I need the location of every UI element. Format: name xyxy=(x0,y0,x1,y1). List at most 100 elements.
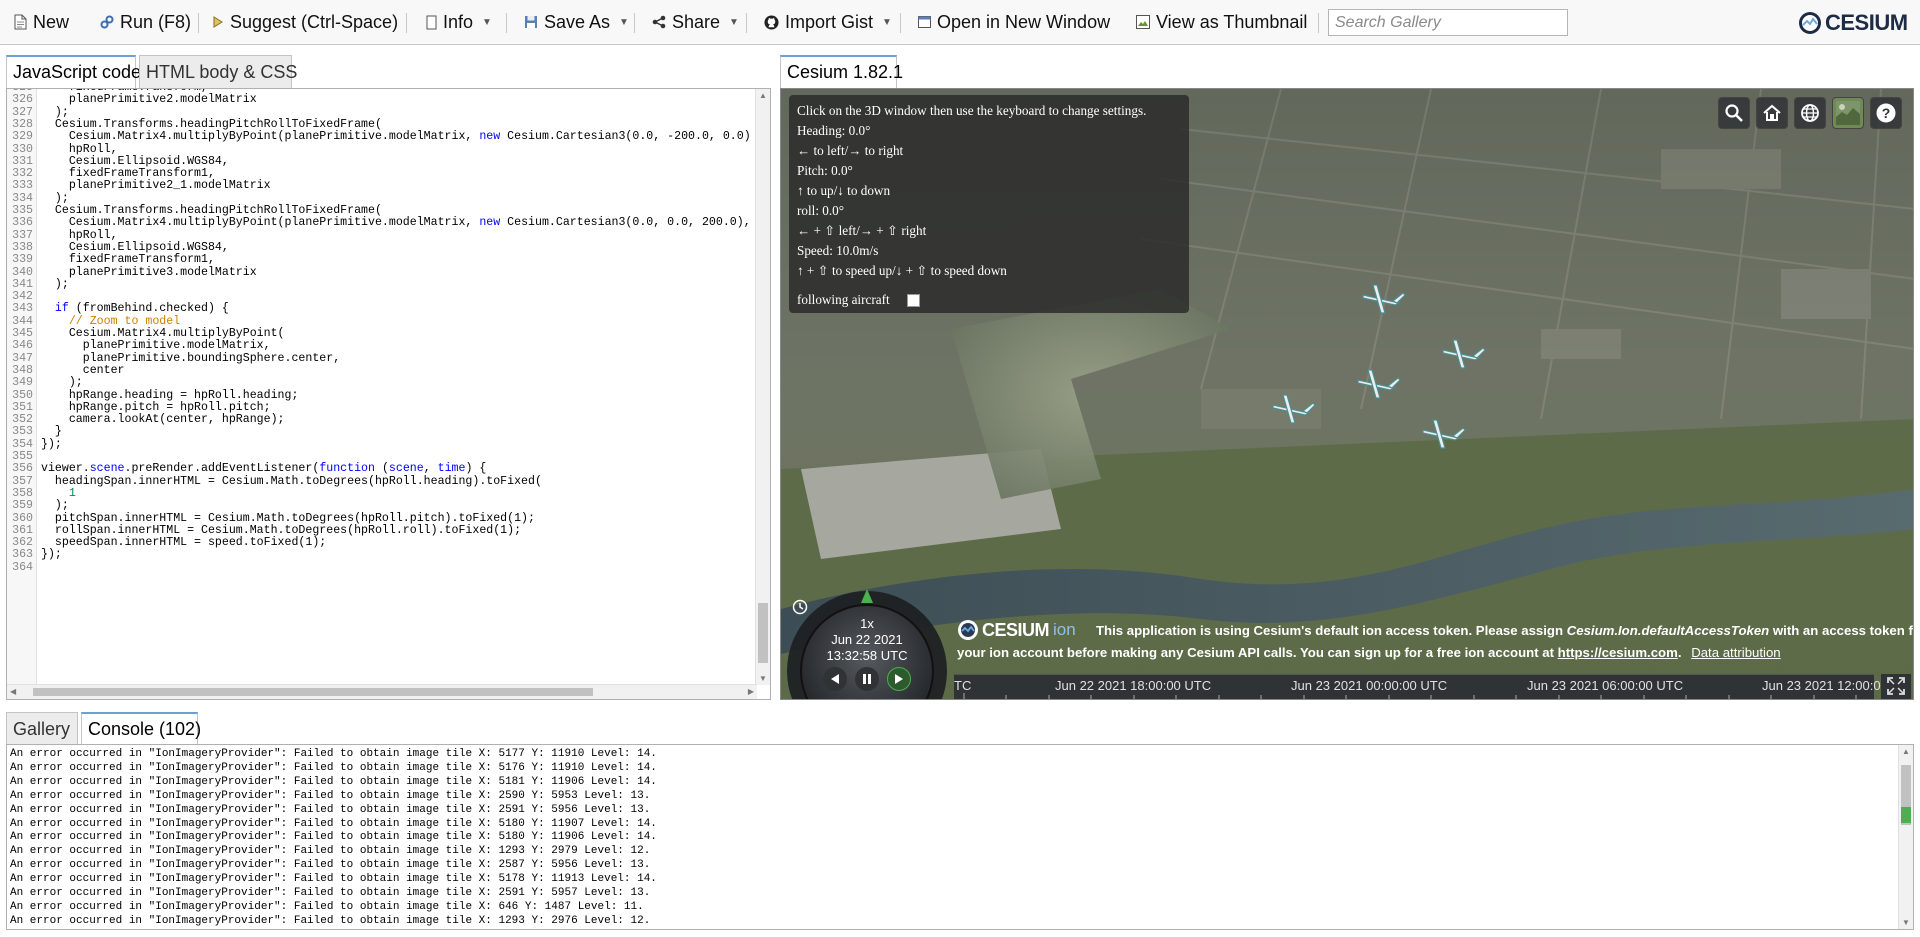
toolbar-divider xyxy=(634,13,635,33)
github-icon xyxy=(764,14,779,30)
share-dropdown[interactable]: Share ▼ xyxy=(652,8,739,36)
editor-scroll-thumb[interactable] xyxy=(758,603,768,663)
code-line: 338 Cesium.Ellipsoid.WGS84, xyxy=(7,240,229,254)
info-dropdown[interactable]: Info ▼ xyxy=(426,8,492,36)
pitch-readout: Pitch: 0.0° xyxy=(797,163,853,178)
line-number: 359 xyxy=(12,499,33,513)
line-number: 363 xyxy=(12,548,33,562)
editor-vertical-scrollbar[interactable]: ▲ ▼ xyxy=(755,89,770,685)
line-number: 327 xyxy=(12,105,33,119)
pause-button[interactable] xyxy=(855,667,879,691)
line-number: 339 xyxy=(12,253,33,267)
tab-console[interactable]: Console (102) xyxy=(81,712,201,745)
cesium-link[interactable]: https://cesium.com xyxy=(1558,645,1678,660)
line-number: 336 xyxy=(12,216,33,230)
play-reverse-button[interactable] xyxy=(823,667,847,691)
new-button[interactable]: New xyxy=(14,8,69,36)
code-text: }); xyxy=(41,548,62,562)
line-number: 352 xyxy=(12,413,33,427)
following-aircraft-checkbox[interactable] xyxy=(907,294,920,307)
credit-line-2: your ion account before making any Cesiu… xyxy=(957,645,1781,660)
code-line: 331 Cesium.Ellipsoid.WGS84, xyxy=(7,155,229,168)
code-line: 361 rollSpan.innerHTML = Cesium.Math.toD… xyxy=(7,524,521,537)
scroll-left-icon[interactable]: ◀ xyxy=(10,687,16,696)
geocoder-button[interactable] xyxy=(1718,97,1750,129)
line-number: 353 xyxy=(12,425,33,439)
credit-token-name: Cesium.Ion.defaultAccessToken xyxy=(1566,623,1770,638)
toolbar-divider xyxy=(900,13,901,33)
line-number: 329 xyxy=(12,130,33,144)
svg-text:?: ? xyxy=(1882,105,1891,121)
code-line: 326 planePrimitive2.modelMatrix xyxy=(7,94,257,106)
tab-html-body-css[interactable]: HTML body & CSS xyxy=(139,55,297,88)
timeline[interactable]: TC Jun 22 2021 18:00:00 UTC Jun 23 2021 … xyxy=(954,674,1901,699)
search-gallery-input[interactable] xyxy=(1328,9,1568,36)
scroll-up-icon[interactable]: ▲ xyxy=(759,91,767,100)
animation-speed: 1x xyxy=(860,616,874,631)
line-number: 347 xyxy=(12,351,33,365)
scroll-down-icon[interactable]: ▼ xyxy=(759,674,767,683)
vertical-splitter[interactable] xyxy=(774,88,778,700)
editor-horizontal-scrollbar[interactable]: ◀ ▶ xyxy=(7,684,757,699)
view-thumbnail-button[interactable]: View as Thumbnail xyxy=(1136,8,1307,36)
roll-keys: ← + ⇧ left/→ + ⇧ right xyxy=(797,223,927,238)
code-text: Cesium.Matrix4.multiplyByPoint(planePrim… xyxy=(41,216,751,230)
line-number: 333 xyxy=(12,179,33,193)
suggest-icon xyxy=(212,15,224,29)
fullscreen-button[interactable] xyxy=(1881,674,1911,699)
horizontal-splitter[interactable] xyxy=(0,703,1920,711)
scroll-up-icon[interactable]: ▲ xyxy=(1902,747,1910,756)
suggest-button[interactable]: Suggest (Ctrl-Space) xyxy=(212,8,398,36)
code-text: ); xyxy=(41,277,69,291)
code-line: 364 xyxy=(7,561,41,574)
scroll-right-icon[interactable]: ▶ xyxy=(748,687,754,696)
scroll-down-icon[interactable]: ▼ xyxy=(1902,918,1910,927)
code-text: }); xyxy=(41,437,62,451)
tab-label: JavaScript code xyxy=(13,62,142,82)
import-gist-dropdown[interactable]: Import Gist ▼ xyxy=(764,8,892,36)
cesium-ion-logo[interactable]: CESIUM ion xyxy=(957,619,1076,641)
save-icon xyxy=(524,15,538,29)
line-number: 338 xyxy=(12,240,33,254)
home-button[interactable] xyxy=(1756,97,1788,129)
question-icon: ? xyxy=(1876,103,1896,123)
base-layer-picker[interactable] xyxy=(1832,97,1864,129)
editor-hscroll-thumb[interactable] xyxy=(33,688,593,696)
line-number: 340 xyxy=(12,265,33,279)
code-line: 334 ); xyxy=(7,192,69,205)
animation-widget[interactable]: 1x Jun 22 2021 13:32:58 UTC xyxy=(785,589,949,699)
scene-mode-button[interactable] xyxy=(1794,97,1826,129)
console-line: An error occurred in "IonImageryProvider… xyxy=(10,859,651,872)
code-editor[interactable]: 325 fixedFrameTransform,326 planePrimiti… xyxy=(6,88,771,700)
credit-text: This application is using Cesium's defau… xyxy=(1096,623,1567,638)
code-line: 342 xyxy=(7,291,41,303)
play-forward-button[interactable] xyxy=(887,667,911,691)
console-output[interactable]: An error occurred in "IonImageryProvider… xyxy=(6,744,1914,930)
code-line: 336 Cesium.Matrix4.multiplyByPoint(plane… xyxy=(7,217,751,229)
help-button[interactable]: ? xyxy=(1870,97,1902,129)
line-number: 346 xyxy=(12,339,33,353)
toolbar-divider xyxy=(746,13,747,33)
code-line: 359 ); xyxy=(7,500,69,512)
line-number: 355 xyxy=(12,450,33,463)
line-number: 326 xyxy=(12,93,33,107)
tab-cesium-viewer[interactable]: Cesium 1.82.1 xyxy=(780,55,903,88)
save-as-dropdown[interactable]: Save As ▼ xyxy=(524,8,629,36)
run-button[interactable]: Run (F8) xyxy=(100,8,191,36)
roll-readout: roll: 0.0° xyxy=(797,203,845,218)
open-new-window-button[interactable]: Open in New Window xyxy=(918,8,1110,36)
tab-gallery[interactable]: Gallery xyxy=(6,712,78,745)
line-number: 342 xyxy=(12,290,33,304)
chevron-down-icon: ▼ xyxy=(729,16,739,28)
tab-label: Cesium 1.82.1 xyxy=(787,62,904,82)
save-as-label: Save As xyxy=(544,11,611,32)
timeline-label: Jun 23 2021 12:00:00 U xyxy=(1762,678,1901,693)
data-attribution-link[interactable]: Data attribution xyxy=(1691,645,1780,660)
console-scrollbar[interactable]: ▲ ▼ xyxy=(1898,745,1913,929)
tab-javascript-code[interactable]: JavaScript code xyxy=(6,55,141,88)
code-text: planePrimitive2_1.modelMatrix xyxy=(41,179,271,193)
reverse-icon xyxy=(831,674,839,684)
cesium-viewer[interactable]: Click on the 3D window then use the keyb… xyxy=(780,88,1914,700)
line-number: 354 xyxy=(12,437,33,451)
open-new-window-label: Open in New Window xyxy=(937,11,1111,32)
